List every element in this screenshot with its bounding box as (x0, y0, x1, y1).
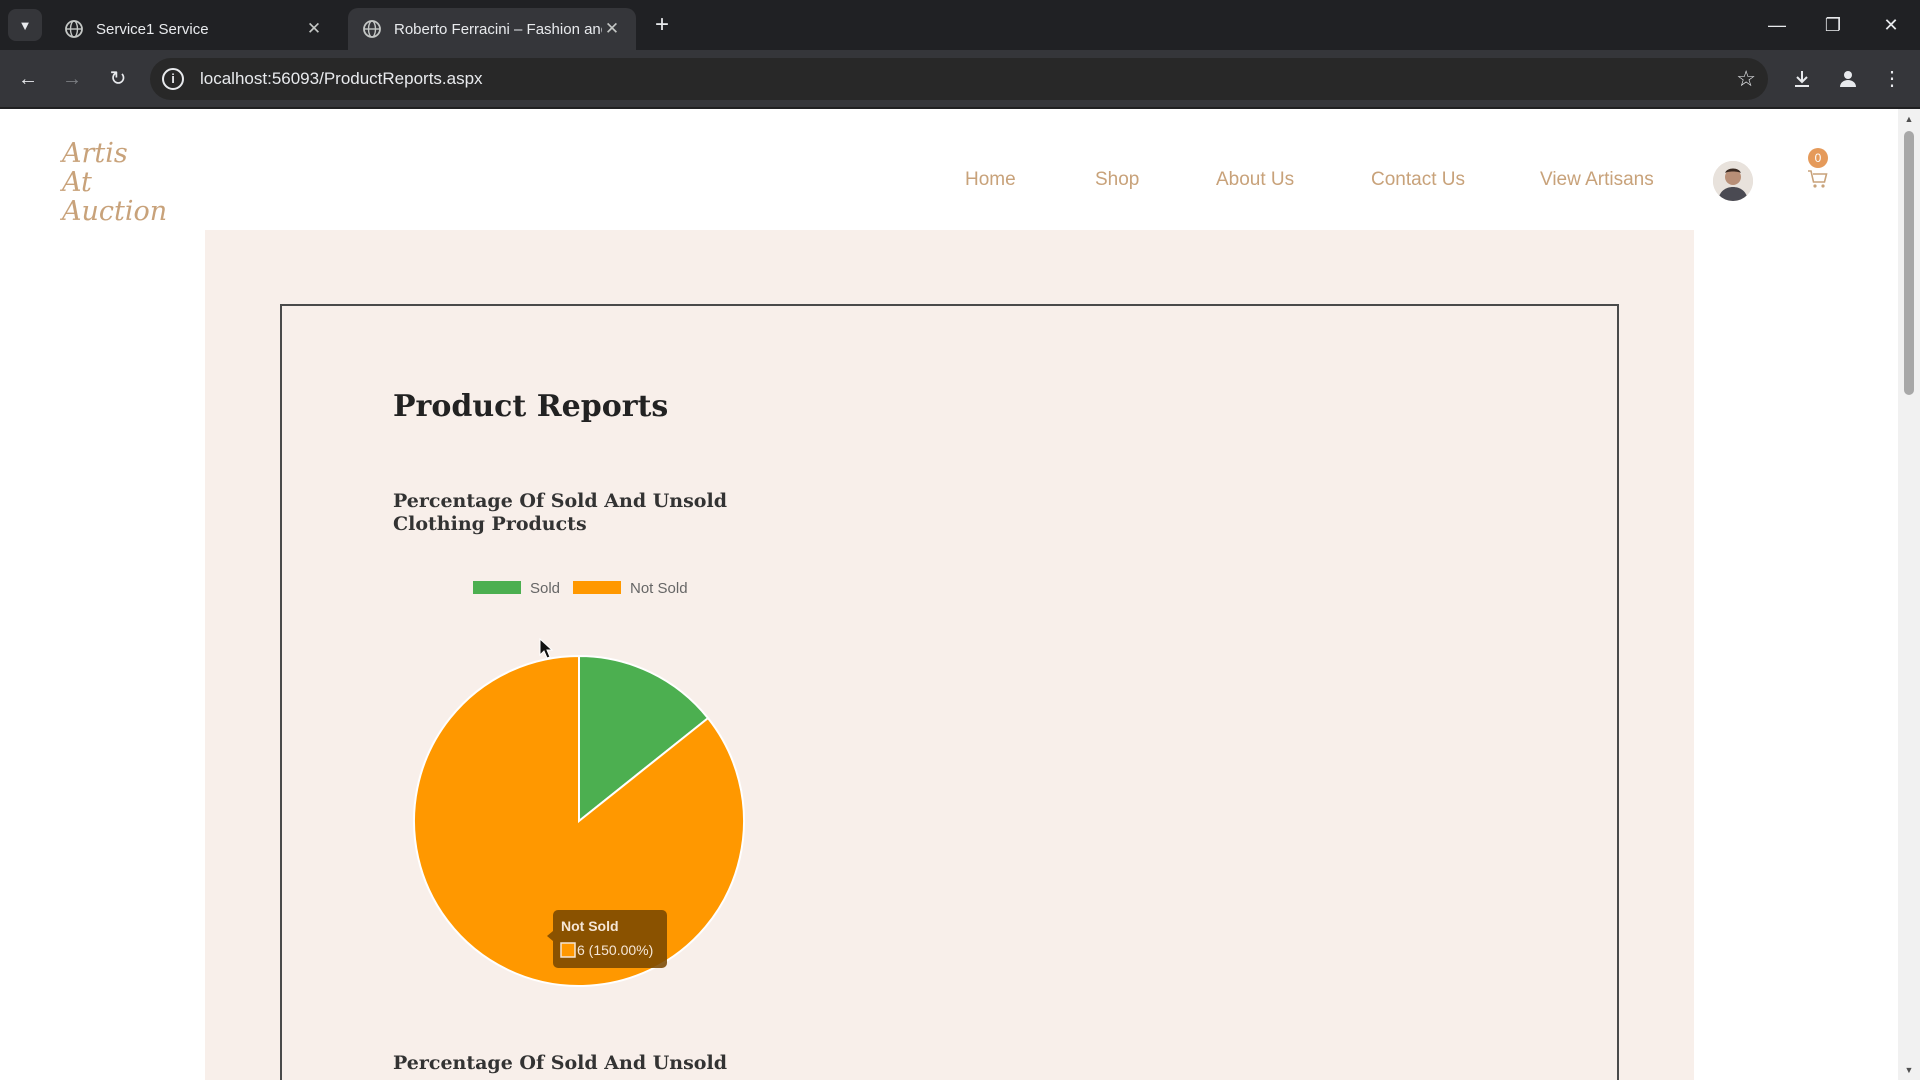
restore-icon[interactable]: ❐ (1818, 10, 1848, 40)
user-avatar[interactable] (1713, 161, 1753, 201)
bookmark-star-icon[interactable]: ☆ (1736, 66, 1756, 92)
tab-title: Roberto Ferracini – Fashion and (394, 20, 602, 38)
logo-line: At (62, 167, 92, 198)
site-logo[interactable]: Artis At Auction (62, 139, 202, 226)
tooltip-swatch (560, 942, 576, 958)
tab-search-button[interactable]: ▼ (8, 9, 42, 41)
globe-icon (65, 20, 83, 38)
sold-unsold-pie-chart: Sold Not Sold Not Sold 6 (150.00%) (413, 580, 745, 987)
tooltip-title: Not Sold (561, 918, 619, 934)
page-scrollbar[interactable]: ▲ ▼ (1898, 109, 1920, 1080)
page-title: Product Reports (393, 389, 669, 424)
close-icon[interactable]: ✕ (602, 19, 622, 39)
forward-arrow-icon[interactable]: → (56, 63, 88, 95)
close-icon[interactable]: ✕ (304, 19, 324, 39)
tooltip-label: 6 (150.00%) (577, 942, 653, 958)
browser-toolbar: ← → ↻ i localhost:56093/ProductReports.a… (0, 50, 1920, 108)
download-icon[interactable] (1786, 63, 1818, 95)
url-text[interactable]: localhost:56093/ProductReports.aspx (200, 69, 483, 89)
cart-count-badge: 0 (1808, 148, 1828, 168)
back-arrow-icon[interactable]: ← (12, 63, 44, 95)
new-tab-button[interactable]: + (648, 12, 676, 40)
chart-tooltip: Not Sold 6 (150.00%) (547, 910, 667, 968)
legend-swatch-not-sold[interactable] (573, 581, 621, 594)
scroll-down-arrow-icon[interactable]: ▼ (1903, 1064, 1915, 1076)
globe-icon (363, 20, 381, 38)
profile-icon[interactable] (1832, 63, 1864, 95)
minimize-icon[interactable]: — (1762, 10, 1792, 40)
legend-label-sold[interactable]: Sold (530, 580, 560, 597)
nav-contact-us[interactable]: Contact Us (1371, 169, 1465, 195)
mouse-cursor-icon (539, 637, 554, 659)
legend-swatch-sold[interactable] (473, 581, 521, 594)
chart-title: Percentage Of Sold And Unsold (393, 1052, 727, 1074)
logo-line: Artis (62, 138, 128, 169)
scroll-thumb[interactable] (1904, 131, 1914, 395)
site-info-icon[interactable]: i (162, 68, 184, 90)
address-bar[interactable]: i localhost:56093/ProductReports.aspx ☆ (150, 58, 1768, 100)
tab-title: Service1 Service (96, 20, 209, 38)
nav-about-us[interactable]: About Us (1216, 169, 1294, 195)
cart-icon[interactable] (1806, 167, 1830, 191)
avatar-image (1713, 161, 1753, 201)
scroll-up-arrow-icon[interactable]: ▲ (1903, 113, 1915, 125)
browser-tab-service1[interactable]: Service1 Service ✕ (50, 8, 338, 50)
chart-title: Percentage Of Sold And Unsold Clothing P… (393, 490, 727, 535)
nav-shop[interactable]: Shop (1095, 169, 1139, 195)
nav-home[interactable]: Home (965, 169, 1016, 195)
nav-view-artisans[interactable]: View Artisans (1540, 169, 1654, 195)
legend-label-not-sold[interactable]: Not Sold (630, 580, 688, 597)
chevron-down-icon: ▼ (18, 17, 32, 33)
window-close-icon[interactable]: ✕ (1876, 10, 1906, 40)
browser-tab-bar: ▼ Service1 Service ✕ Roberto Ferracini –… (0, 0, 1920, 50)
page-viewport: Artis At Auction Home Shop About Us Cont… (0, 109, 1898, 1080)
menu-dots-icon[interactable]: ⋮ (1876, 63, 1908, 95)
reload-icon[interactable]: ↻ (102, 63, 134, 95)
logo-line: Auction (62, 196, 168, 227)
browser-tab-roberto-ferracini[interactable]: Roberto Ferracini – Fashion and ✕ (348, 8, 636, 50)
